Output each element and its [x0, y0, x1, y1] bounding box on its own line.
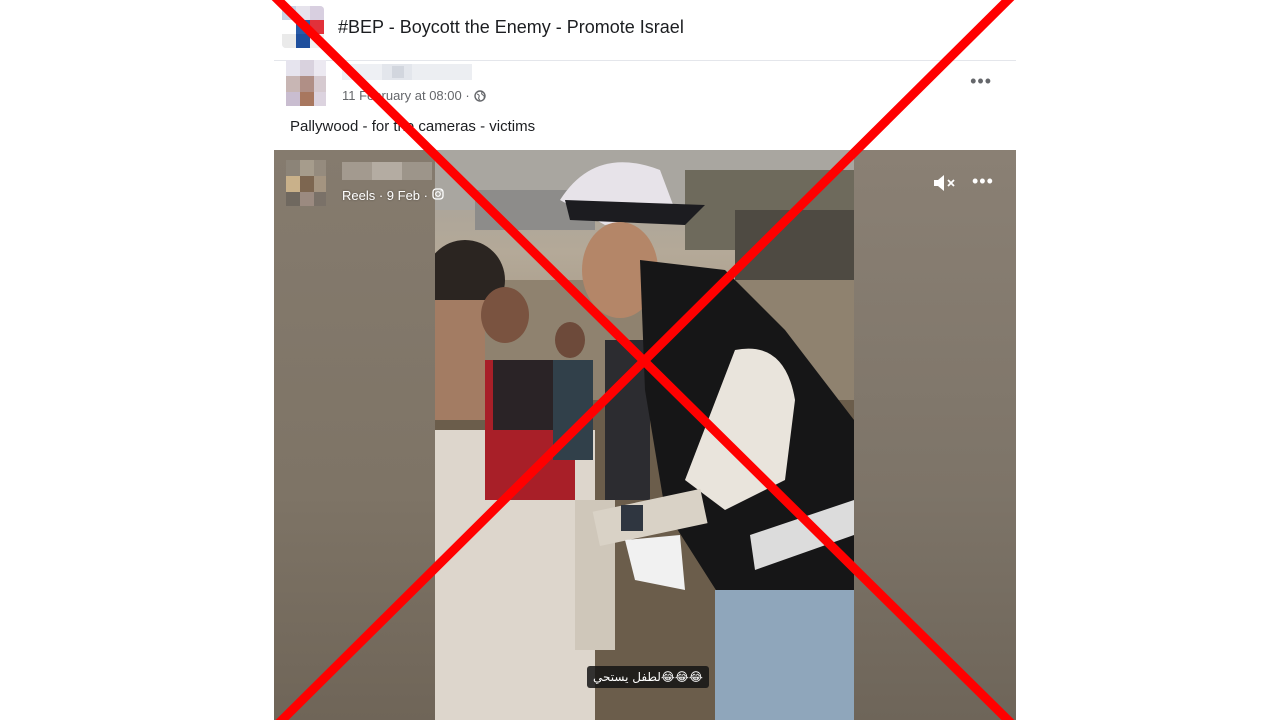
reel-video-frame[interactable]: [435, 150, 854, 720]
video-blurred-background-right: [854, 150, 1016, 720]
muted-speaker-icon[interactable]: [932, 172, 958, 194]
author-name-blurred[interactable]: [342, 62, 472, 82]
reel-source-date[interactable]: Reels · 9 Feb ·: [342, 188, 428, 203]
group-avatar[interactable]: [282, 6, 324, 48]
post-meta: 11 February at 08:00 ·: [342, 88, 486, 103]
group-title[interactable]: #BEP - Boycott the Enemy - Promote Israe…: [338, 17, 684, 38]
video-scene-image: [435, 150, 854, 720]
post-text: Pallywood - for the cameras - victims: [290, 118, 536, 135]
author-avatar-blurred[interactable]: [286, 60, 326, 106]
globe-icon: [473, 89, 486, 102]
video-more-options-button[interactable]: •••: [972, 172, 994, 190]
video-blurred-background-left: [274, 150, 435, 720]
reel-meta: Reels · 9 Feb ·: [342, 188, 444, 203]
instagram-icon: [432, 188, 444, 203]
facebook-post: #BEP - Boycott the Enemy - Promote Israe…: [274, 0, 1016, 720]
video-caption-text: لطفل يستحي😂😂😂: [587, 666, 709, 688]
reel-video-player[interactable]: Reels · 9 Feb · ••• لطفل يستحي😂😂😂: [274, 150, 1016, 720]
reel-author-name-blurred[interactable]: [342, 162, 432, 180]
group-header: #BEP - Boycott the Enemy - Promote Israe…: [274, 0, 1016, 61]
post-timestamp[interactable]: 11 February at 08:00 ·: [342, 88, 470, 103]
reel-author-avatar-blurred[interactable]: [286, 160, 326, 206]
post-more-options-button[interactable]: •••: [970, 72, 992, 90]
